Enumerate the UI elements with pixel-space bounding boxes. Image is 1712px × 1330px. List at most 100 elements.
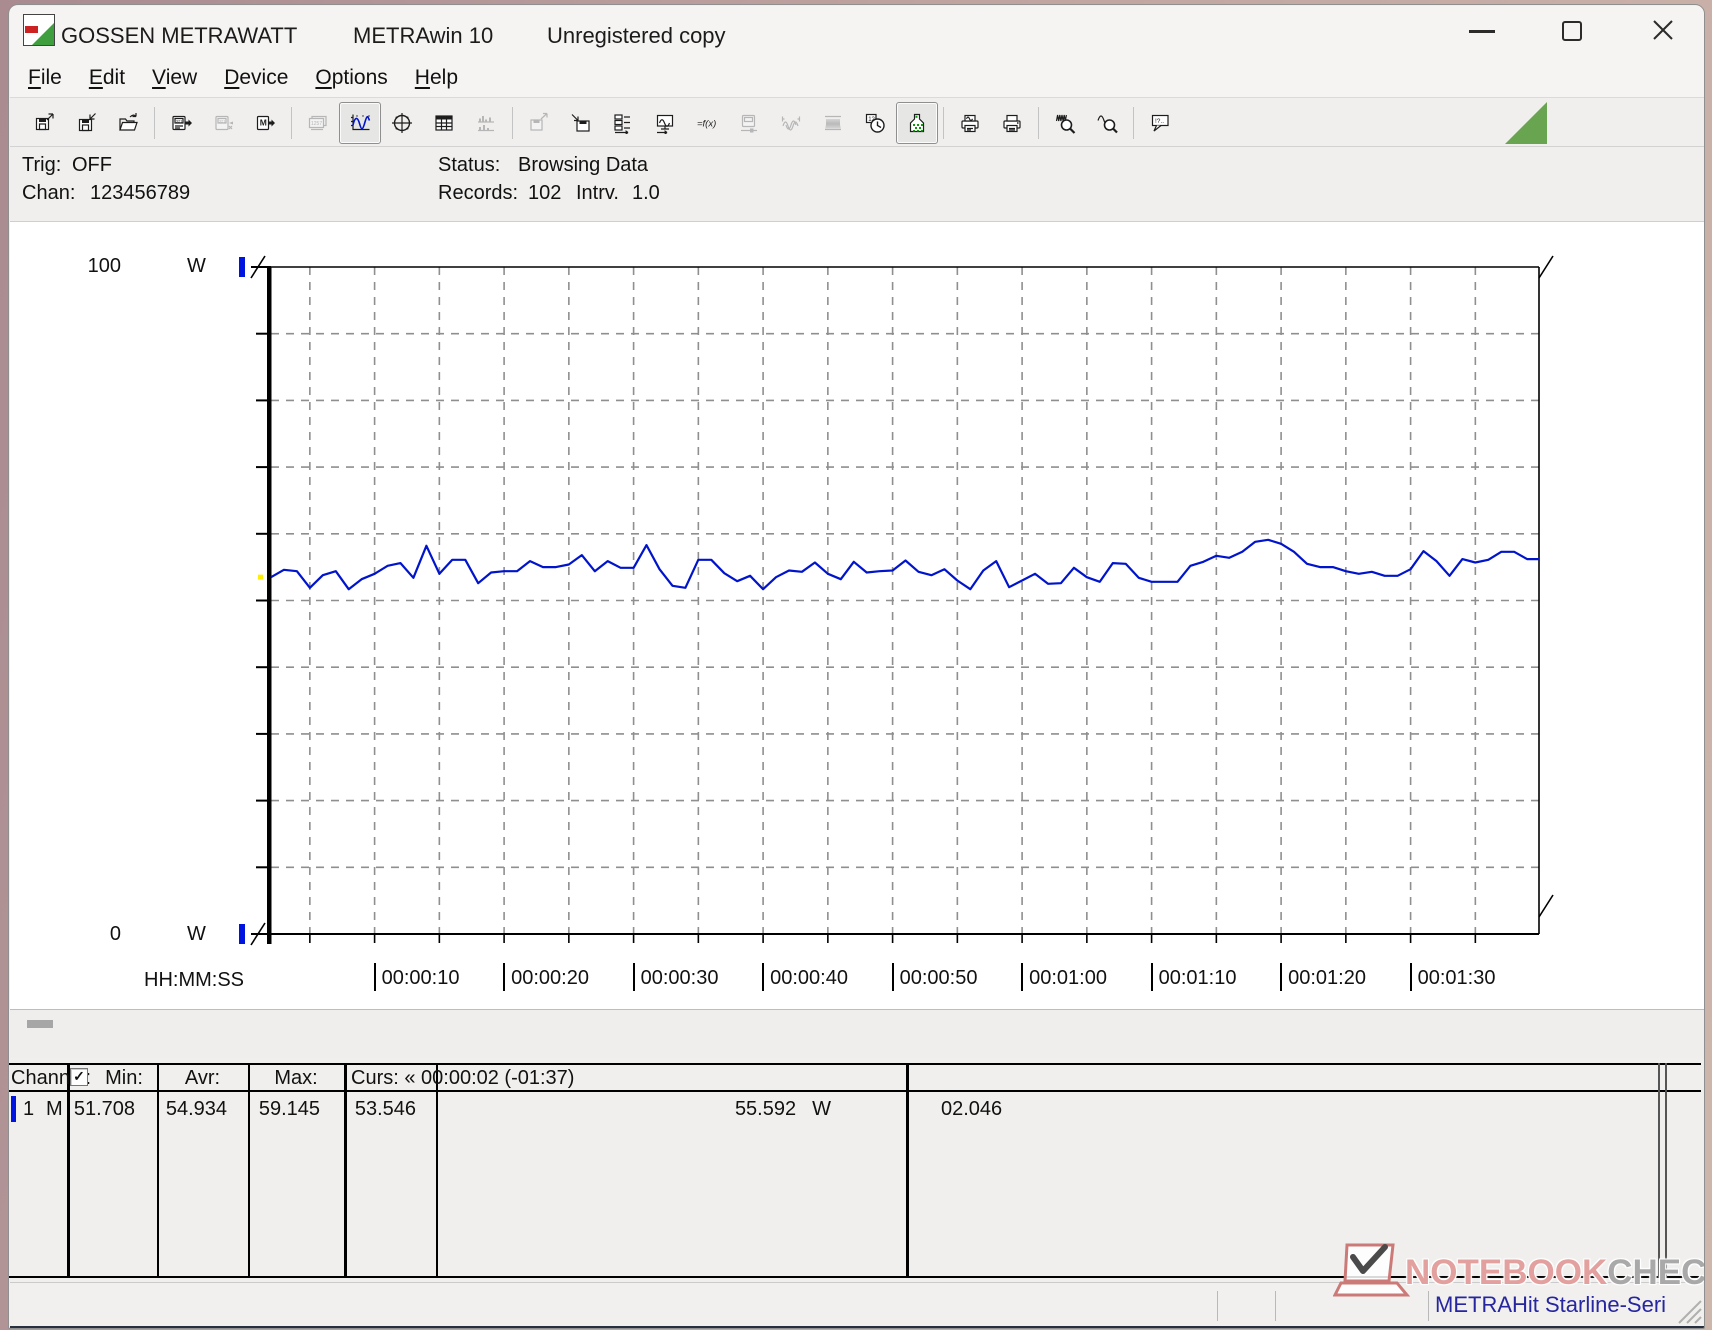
table-header-divider	[9, 1090, 1701, 1092]
toolbar-print-button[interactable]	[991, 102, 1033, 144]
toolbar-notes-button[interactable]: !?..	[1139, 102, 1181, 144]
toolbar-live-mode-button[interactable]	[896, 101, 938, 144]
app-icon-redbar	[25, 26, 38, 33]
open-icon	[119, 112, 138, 131]
menu-item-edit[interactable]: Edit	[89, 66, 125, 90]
title-bar: GOSSEN METRAWATT METRAwin 10 Unregistere…	[10, 6, 1704, 58]
resize-grip[interactable]	[1673, 1297, 1703, 1325]
records-label: Records:	[438, 182, 519, 204]
pan-scroll-thumb[interactable]	[27, 1020, 53, 1028]
table-bottom-border	[9, 1276, 1701, 1278]
row-cursor-b-value: 55.592 W	[436, 1098, 831, 1121]
table-col-divider	[906, 1063, 909, 1278]
svg-text:1257: 1257	[311, 121, 322, 127]
table-right-border	[1658, 1063, 1660, 1278]
toolbar-export-button[interactable]	[518, 102, 560, 144]
svg-text:321: 321	[219, 118, 226, 123]
col-header-cursor: Curs: « 00:00:02 (-01:37)	[351, 1067, 575, 1089]
toolbar-wave-compare-button[interactable]	[770, 102, 812, 144]
print-icon	[1003, 114, 1021, 132]
data-table-icon	[435, 114, 453, 131]
table-col-divider	[436, 1063, 438, 1278]
col-header-max: Max:	[274, 1067, 318, 1089]
toolbar-zoom-in-button[interactable]	[1086, 102, 1128, 144]
toolbar-separator	[286, 105, 297, 141]
table-col-divider	[248, 1063, 250, 1278]
interval-label: Intrv.	[576, 182, 619, 204]
table-right-border	[1665, 1063, 1667, 1278]
toolbar-chart-yt-button[interactable]	[339, 101, 381, 144]
minimize-button[interactable]	[1469, 30, 1495, 33]
power-data-line	[270, 538, 1539, 591]
toolbar-chart-xy-button[interactable]	[381, 102, 423, 144]
print-chart-icon	[961, 114, 979, 132]
toolbar-open-button[interactable]	[107, 102, 149, 144]
cursor-b-number: 55.592	[734, 1098, 797, 1120]
menu-item-help[interactable]: Help	[415, 66, 458, 90]
toolbar-data-table-button[interactable]	[423, 102, 465, 144]
toolbar-display-button[interactable]: 1257	[297, 102, 339, 144]
menu-item-options[interactable]: Options	[315, 66, 387, 90]
pan-scroll-strip	[10, 1009, 1704, 1058]
close-button[interactable]	[1652, 19, 1674, 41]
toolbar-monitor-button[interactable]	[644, 102, 686, 144]
toolbar-print-chart-button[interactable]	[949, 102, 991, 144]
toolbar-save-as-button[interactable]	[23, 102, 65, 144]
formula-icon: =f(x)	[697, 118, 716, 129]
wave-envelope-icon	[825, 115, 841, 130]
trig-label: Trig:	[22, 154, 62, 176]
zoom-out-icon	[1055, 114, 1076, 134]
menu-item-device[interactable]: Device	[224, 66, 288, 90]
col-header-min: Min:	[105, 1067, 143, 1089]
save-icon	[78, 112, 96, 131]
device-stop-icon: 321	[215, 115, 233, 130]
chart-yt-icon	[351, 114, 371, 130]
svg-text:=f(x): =f(x)	[697, 118, 716, 129]
toolbar-device-stop-button[interactable]: 321	[202, 102, 244, 144]
toolbar-save-button[interactable]	[65, 102, 107, 144]
chart-xy-icon	[392, 112, 412, 133]
save-as-icon	[35, 112, 54, 130]
toolbar-separator	[1033, 105, 1044, 141]
app-icon	[23, 14, 55, 46]
toolbar-histogram-button[interactable]	[465, 102, 507, 144]
channel-row-marker	[11, 1096, 16, 1122]
toolbar-device-read-button[interactable]: 321	[160, 102, 202, 144]
histogram-icon	[478, 115, 494, 131]
toolbar-formula-button[interactable]: =f(x)	[686, 102, 728, 144]
row-channel-number: 1	[23, 1098, 35, 1120]
channel-checkbox[interactable]: ✓	[70, 1068, 88, 1086]
toolbar-time-sync-button[interactable]: 12	[854, 102, 896, 144]
resize-corner-triangle	[1505, 102, 1547, 144]
toolbar-channel-list-button[interactable]	[602, 102, 644, 144]
maximize-button[interactable]	[1562, 21, 1582, 41]
chan-value: 123456789	[90, 182, 191, 204]
menu-item-view[interactable]: View	[152, 66, 197, 90]
import-icon	[571, 113, 590, 132]
trig-value: OFF	[72, 154, 112, 176]
toolbar-zoom-out-button[interactable]	[1044, 102, 1086, 144]
app-window: GOSSEN METRAWATT METRAwin 10 Unregistere…	[8, 4, 1705, 1329]
row-avr-value: 54.934	[165, 1098, 227, 1120]
toolbar-import-button[interactable]	[560, 102, 602, 144]
axis-break-slash	[1538, 255, 1554, 279]
chart-plot-area[interactable]	[8, 221, 1705, 1021]
device-config-icon	[741, 114, 757, 132]
toolbar-memory-read-button[interactable]: M	[244, 102, 286, 144]
time-sync-icon: 12	[865, 113, 885, 133]
title-license: Unregistered copy	[547, 23, 726, 48]
toolbar-device-config-button[interactable]	[728, 102, 770, 144]
row-cursor-a-value: 53.546	[354, 1098, 416, 1120]
status-bar-divider	[1217, 1291, 1218, 1321]
menu-bar: File Edit View Device Options Help	[10, 58, 1704, 98]
records-value: 102	[528, 182, 562, 204]
axis-break-slash	[1538, 894, 1554, 918]
status-bar-divider	[1428, 1291, 1429, 1321]
toolbar-separator	[149, 105, 160, 141]
notes-icon: !?..	[1151, 114, 1169, 131]
toolbar-wave-envelope-button[interactable]	[812, 102, 854, 144]
status-label: Status:	[438, 154, 501, 176]
menu-item-file[interactable]: File	[28, 66, 62, 90]
wave-compare-icon	[781, 116, 801, 131]
table-top-border	[9, 1063, 1701, 1065]
